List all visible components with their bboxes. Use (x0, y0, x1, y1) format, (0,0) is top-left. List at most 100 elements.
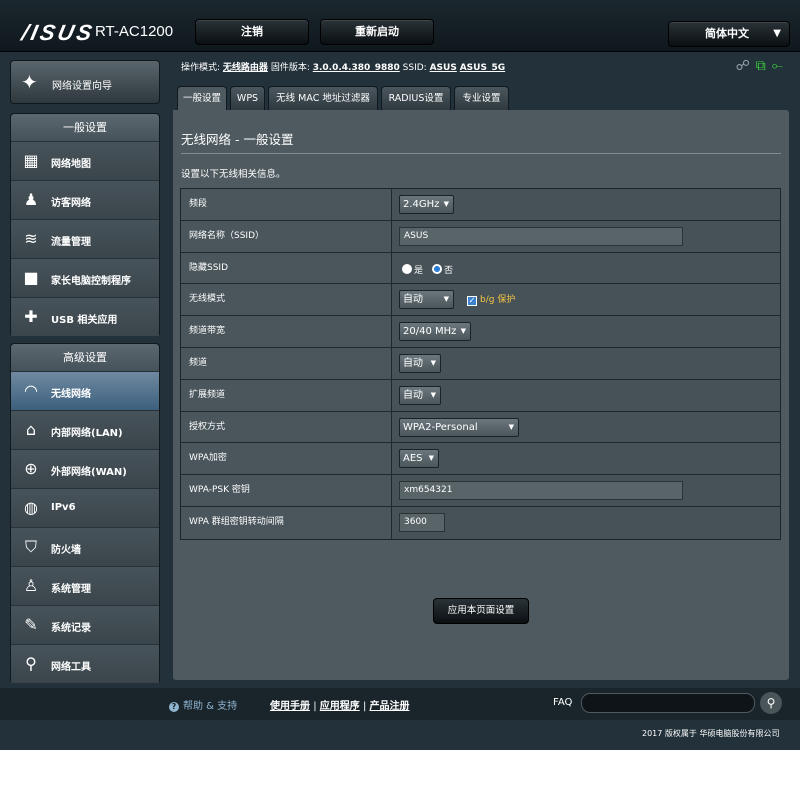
chevron-down-icon: ▼ (460, 327, 466, 336)
wireless-mode-value: 自动 (403, 294, 423, 306)
hide-ssid-no-radio[interactable]: 否 (432, 263, 453, 276)
tab-radius[interactable]: RADIUS设置 (381, 86, 451, 110)
sidebar-item-usb-application[interactable]: ✚ USB 相关应用 (11, 297, 159, 336)
psk-label: WPA-PSK 密钥 (181, 475, 392, 506)
wireless-mode-label: 无线模式 (181, 284, 392, 316)
row-ext-channel: 扩展频道 自动 ▼ (181, 379, 780, 412)
ssid-link-2g[interactable]: ASUS (430, 63, 457, 73)
row-wpa-encryption: WPA加密 AES ▼ (181, 443, 780, 476)
wpa-encryption-select[interactable]: AES ▼ (399, 449, 439, 469)
status-icons: ☍ ⧉ ⟜ (730, 58, 783, 74)
footer-bar: ? 帮助 & 支持 使用手册 | 应用程序 | 产品注册 FAQ ⚲ (0, 688, 800, 720)
help-icon: ? (169, 702, 179, 712)
utility-link[interactable]: 应用程序 (320, 701, 360, 712)
row-bandwidth: 频道带宽 20/40 MHz ▼ (181, 316, 780, 348)
sidebar-item-label: 网络工具 (51, 662, 91, 673)
link-separator: | (313, 701, 317, 712)
ext-channel-select[interactable]: 自动 ▼ (399, 385, 441, 405)
faq-search-input[interactable] (581, 693, 755, 713)
chevron-down-icon: ▼ (430, 390, 436, 399)
tab-general[interactable]: 一般设置 (177, 86, 227, 110)
firmware-label: 固件版本: (270, 63, 310, 73)
apply-button[interactable]: 应用本页面设置 (433, 598, 529, 624)
settings-table: 频段 2.4GHz ▼ 网络名称（SSID） ASUS 隐藏SSID 是 否 无… (180, 188, 781, 540)
radio-dot (402, 263, 412, 274)
reboot-button[interactable]: 重新启动 (320, 19, 434, 45)
language-select[interactable]: 简体中文 ▼ (668, 21, 790, 47)
sidebar-item-firewall[interactable]: ⛉ 防火墙 (11, 527, 159, 566)
radio-yes-label: 是 (414, 265, 424, 276)
row-channel: 频道 自动 ▼ (181, 347, 780, 380)
bandwidth-select[interactable]: 20/40 MHz ▼ (399, 322, 471, 342)
sidebar-item-traffic-manager[interactable]: ≋ 流量管理 (11, 219, 159, 258)
ext-channel-value: 自动 (403, 389, 423, 401)
footer-links: 使用手册 | 应用程序 | 产品注册 (270, 697, 410, 712)
sidebar-item-label: 防火墙 (51, 545, 81, 556)
hide-ssid-yes-radio[interactable]: 是 (402, 263, 423, 276)
bg-protection-label: b/g 保护 (480, 295, 516, 306)
sidebar-item-wan[interactable]: ⊕ 外部网络(WAN) (11, 449, 159, 488)
sidebar-advanced: 高级设置 ◠ 无线网络 ⌂ 内部网络(LAN) ⊕ 外部网络(WAN) ◍ IP… (10, 343, 160, 683)
sidebar-item-guest-network[interactable]: ♟ 访客网络 (11, 180, 159, 219)
sidebar-item-network-map[interactable]: ▦ 网络地图 (11, 141, 159, 180)
ssid-label: SSID: (402, 63, 427, 73)
channel-select[interactable]: 自动 ▼ (399, 353, 441, 373)
sidebar-item-ipv6[interactable]: ◍ IPv6 (11, 488, 159, 527)
sidebar-item-label: 网络地图 (51, 159, 91, 170)
ssid-field-label: 网络名称（SSID） (181, 220, 392, 252)
copy-status-icon[interactable]: ⧉ (756, 58, 766, 74)
rekey-label: WPA 群组密钥转动间隔 (181, 506, 392, 539)
auth-label: 授权方式 (181, 411, 392, 443)
register-link[interactable]: 产品注册 (370, 701, 410, 712)
tab-mac-filter[interactable]: 无线 MAC 地址过滤器 (268, 86, 378, 110)
sidebar-item-system-log[interactable]: ✎ 系统记录 (11, 605, 159, 644)
title-divider (181, 153, 781, 154)
bg-protection-checkbox[interactable]: ✓ b/g 保护 (467, 292, 516, 307)
tab-professional[interactable]: 专业设置 (454, 86, 509, 110)
ipv6-globe-icon: ◍ (24, 498, 38, 517)
manual-link[interactable]: 使用手册 (270, 701, 310, 712)
wireless-mode-select[interactable]: 自动 ▼ (399, 290, 454, 310)
network-setup-wizard[interactable]: ✦ 网络设置向导 (10, 60, 160, 104)
sidebar-item-label: 系统记录 (51, 623, 91, 634)
ssid-link-5g[interactable]: ASUS_5G (460, 63, 505, 73)
shield-icon: ⛉ (24, 537, 37, 556)
channel-value: 自动 (403, 357, 423, 369)
sidebar-item-network-tools[interactable]: ⚲ 网络工具 (11, 644, 159, 683)
logout-button[interactable]: 注销 (195, 19, 309, 45)
language-label: 简体中文 (705, 27, 749, 40)
tab-wps[interactable]: WPS (230, 86, 265, 110)
link-separator: | (362, 701, 367, 712)
sidebar-item-parental-control[interactable]: ■ 家长电脑控制程序 (11, 258, 159, 297)
faq-label: FAQ (553, 697, 573, 708)
bandwidth-label: 频道带宽 (181, 316, 392, 347)
band-select[interactable]: 2.4GHz ▼ (399, 195, 454, 214)
chevron-down-icon: ▼ (430, 358, 436, 367)
usb-icon[interactable]: ⟜ (772, 58, 783, 74)
sidebar-item-wireless[interactable]: ◠ 无线网络 (11, 371, 159, 410)
radio-no-label: 否 (444, 265, 454, 276)
lock-icon: ■ (23, 268, 39, 287)
firmware-link[interactable]: 3.0.0.4.380_9880 (313, 63, 400, 73)
op-mode-link[interactable]: 无线路由器 (223, 63, 268, 73)
ssid-input[interactable]: ASUS (399, 226, 683, 246)
rekey-input[interactable]: 3600 (399, 512, 445, 532)
bandwidth-value: 20/40 MHz (403, 326, 457, 338)
page-description: 设置以下无线相关信息。 (181, 169, 286, 180)
sidebar-item-lan[interactable]: ⌂ 内部网络(LAN) (11, 410, 159, 449)
sidebar-item-administration[interactable]: ♙ 系统管理 (11, 566, 159, 605)
psk-input[interactable]: xm654321 (399, 481, 683, 501)
help-support-link[interactable]: ? 帮助 & 支持 (169, 697, 237, 712)
auth-select[interactable]: WPA2-Personal ▼ (399, 417, 519, 437)
sidebar-item-label: 无线网络 (51, 389, 91, 400)
row-auth: 授权方式 WPA2-Personal ▼ (181, 411, 780, 444)
guest-users-icon: ♟ (23, 190, 39, 209)
help-label: 帮助 & 支持 (183, 701, 238, 712)
row-ssid: 网络名称（SSID） ASUS (181, 220, 780, 253)
search-icon[interactable]: ⚲ (760, 692, 782, 714)
operation-info: 操作模式: 无线路由器 固件版本: 3.0.0.4.380_9880 SSID:… (181, 60, 505, 73)
wpa-encryption-label: WPA加密 (181, 443, 392, 475)
op-mode-label: 操作模式: (181, 63, 221, 73)
band-label: 频段 (181, 189, 392, 220)
clients-icon[interactable]: ☍ (736, 58, 750, 74)
